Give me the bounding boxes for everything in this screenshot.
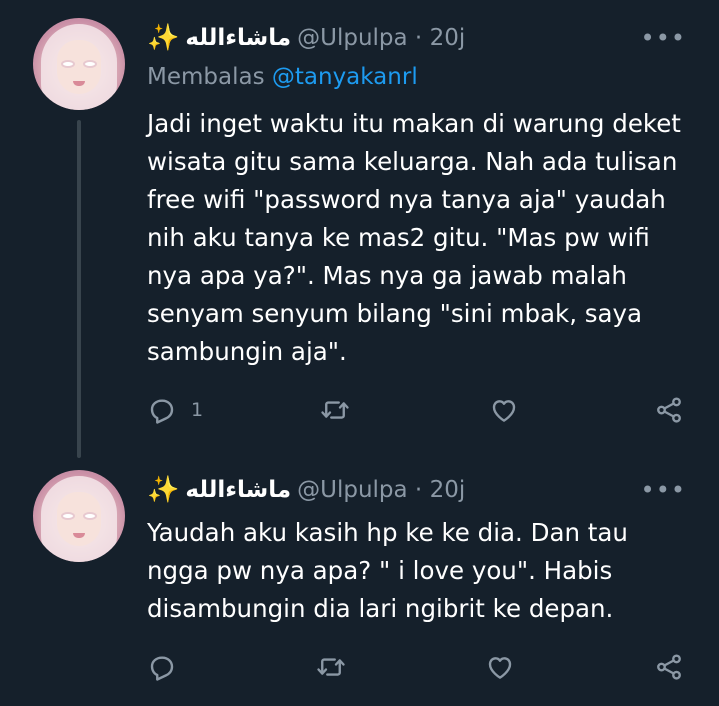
sparkle-emoji: ✨ xyxy=(147,23,180,53)
tweet-2[interactable]: ✨ ماشاءالله @Ulpulpa · 20j ••• Yaudah ak… xyxy=(0,460,719,706)
avatar[interactable] xyxy=(33,470,125,562)
retweet-button[interactable] xyxy=(316,651,346,683)
share-button[interactable] xyxy=(654,651,684,683)
reply-button[interactable]: 1 xyxy=(147,394,203,426)
like-button[interactable] xyxy=(489,394,519,426)
user-handle[interactable]: @Ulpulpa xyxy=(297,25,408,51)
tweet-text-line: nih aku tanya ke mas2 gitu. "Mas pw wifi xyxy=(147,223,650,252)
tweet-text-line: disambungin dia lari ngibrit ke depan. xyxy=(147,594,614,623)
tweet-text-line: nya apa ya?". Mas nya ga jawab malah xyxy=(147,261,627,290)
display-name[interactable]: ماشاءالله xyxy=(185,25,291,51)
reply-icon xyxy=(150,656,174,681)
tweet-text: Yaudah aku kasih hp ke ke dia. Dan tau n… xyxy=(147,514,692,628)
replying-to: Membalas @tanyakanrl xyxy=(147,64,418,90)
retweet-icon xyxy=(321,401,349,419)
user-handle[interactable]: @Ulpulpa xyxy=(297,477,408,503)
share-button[interactable] xyxy=(654,394,684,426)
retweet-icon xyxy=(317,658,345,676)
reply-mention-link[interactable]: @tanyakanrl xyxy=(272,64,418,90)
tweet-header: ✨ ماشاءالله @Ulpulpa · 20j xyxy=(147,23,465,53)
separator-dot: · xyxy=(407,25,430,51)
tweet-text-line: wisata gitu sama keluarga. Nah ada tulis… xyxy=(147,147,678,176)
reply-icon xyxy=(150,399,174,424)
action-bar: 1 xyxy=(147,394,692,426)
share-icon xyxy=(657,397,681,423)
tweet-header: ✨ ماشاءالله @Ulpulpa · 20j xyxy=(147,475,465,505)
retweet-button[interactable] xyxy=(320,394,350,426)
tweet-text-line: Jadi inget waktu itu makan di warung dek… xyxy=(147,109,681,138)
avatar[interactable] xyxy=(33,18,125,110)
tweet-1[interactable]: ✨ ماشاءالله @Ulpulpa · 20j ••• Membalas … xyxy=(0,0,719,460)
like-icon xyxy=(488,657,512,679)
tweet-text-line: sambungin aja". xyxy=(147,337,347,366)
timestamp[interactable]: 20j xyxy=(430,477,466,503)
display-name[interactable]: ماشاءالله xyxy=(185,477,291,503)
tweet-text: Jadi inget waktu itu makan di warung dek… xyxy=(147,105,692,371)
reply-count: 1 xyxy=(191,399,204,421)
like-icon xyxy=(492,400,516,422)
replying-to-label: Membalas xyxy=(147,64,265,90)
tweet-text-line: Yaudah aku kasih hp ke ke dia. Dan tau xyxy=(147,518,628,547)
action-bar xyxy=(147,651,692,683)
separator-dot: · xyxy=(407,477,430,503)
share-icon xyxy=(657,654,681,680)
timestamp[interactable]: 20j xyxy=(430,25,466,51)
more-options-icon[interactable]: ••• xyxy=(641,23,686,53)
reply-button[interactable] xyxy=(147,651,177,683)
more-options-icon[interactable]: ••• xyxy=(641,475,686,505)
tweet-text-line: ngga pw nya apa? " i love you". Habis xyxy=(147,556,613,585)
like-button[interactable] xyxy=(485,651,515,683)
tweet-text-line: senyam senyum bilang "sini mbak, saya xyxy=(147,299,643,328)
tweet-text-line: free wifi "password nya tanya aja" yauda… xyxy=(147,185,666,214)
sparkle-emoji: ✨ xyxy=(147,475,180,505)
